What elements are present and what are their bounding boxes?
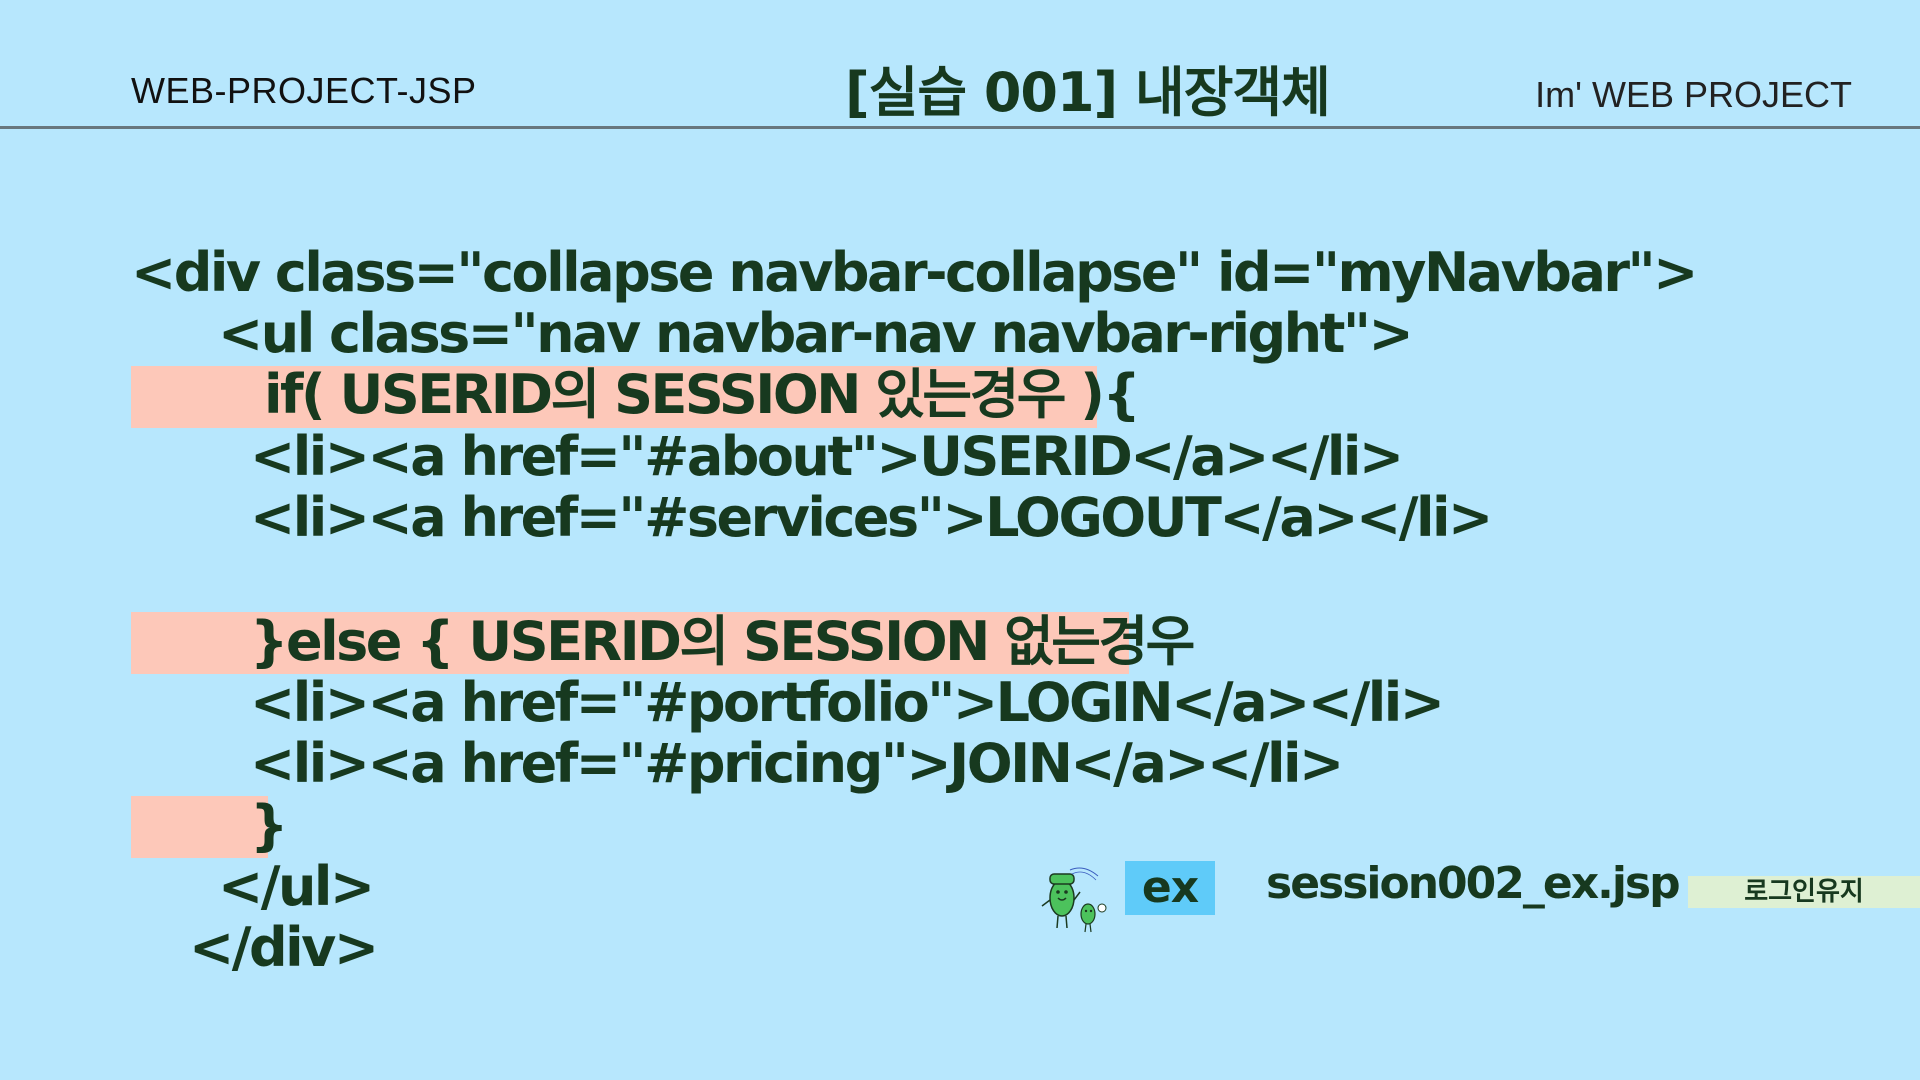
- code-line: </ul>: [218, 855, 375, 918]
- highlight-close-brace: [131, 796, 268, 858]
- code-line: <ul class="nav navbar-nav navbar-right">: [218, 302, 1414, 365]
- example-filename: session002_ex.jsp: [1266, 858, 1681, 909]
- header-right-label: Im' WEB PROJECT: [1535, 74, 1852, 115]
- page-title: [실습 001] 내장객체: [845, 61, 1331, 124]
- code-line: <div class="collapse navbar-collapse" id…: [131, 241, 1698, 304]
- code-line: <li><a href="#pricing">JOIN</a></li>: [250, 732, 1344, 795]
- code-line: <li><a href="#about">USERID</a></li>: [250, 425, 1404, 488]
- code-line: }: [250, 794, 288, 857]
- code-line: }else { USERID의 SESSION 없는경우: [250, 610, 1195, 673]
- mascot-characters-icon: [1036, 862, 1116, 936]
- code-line: <li><a href="#portfolio">LOGIN</a></li>: [250, 671, 1445, 734]
- code-line: if( USERID의 SESSION 있는경우 ){: [264, 363, 1141, 426]
- topic-tag: 로그인유지: [1688, 876, 1920, 908]
- example-badge: ex: [1125, 861, 1215, 915]
- header-divider: [0, 126, 1920, 129]
- code-line: </div>: [189, 916, 379, 979]
- code-line: <li><a href="#services">LOGOUT</a></li>: [250, 486, 1493, 549]
- header-left-label: WEB-PROJECT-JSP: [131, 70, 477, 111]
